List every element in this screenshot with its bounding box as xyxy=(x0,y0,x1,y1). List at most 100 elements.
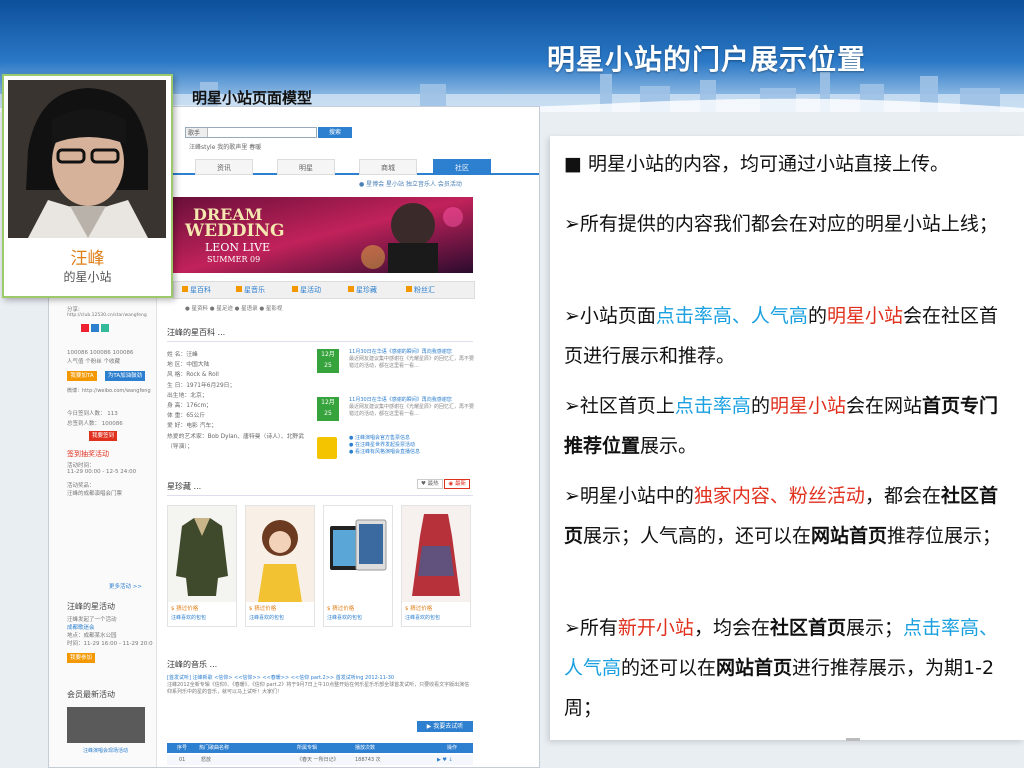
highlight-red: 独家内容、粉丝活动 xyxy=(693,485,865,507)
today-signins: 今日签到人数： 113 xyxy=(67,411,118,417)
nav-tab-mall[interactable]: 商城 xyxy=(359,159,417,175)
card-title[interactable]: 汪峰喜欢的包包 xyxy=(405,614,440,621)
paragraph-homepage-promo: ➢社区首页上点击率高的明星小站会在网站首页专门推荐位置展示。 xyxy=(564,386,1004,466)
text-segment: ➢所有 xyxy=(564,617,618,639)
tab-label: 星音乐 xyxy=(244,286,265,294)
sort-hot-button[interactable]: ♥ 最热 xyxy=(417,479,443,489)
dress-image xyxy=(402,506,470,602)
tab-label: 星珍藏 xyxy=(356,286,377,294)
text-segment: ，都会在 xyxy=(864,485,941,507)
song-plays: 188743 次 xyxy=(355,757,381,763)
star-photo-card: 汪峰 的星小站 xyxy=(2,74,173,298)
share-weibo-icon[interactable] xyxy=(81,324,89,332)
music-headline[interactable]: [首发试听] 汪峰新歌 <信仰> <<信仰>> <<春暖>> <<信仰 part… xyxy=(167,675,473,682)
song-table-row[interactable]: 01 怒放 《春天 一所日记》 188743 次 ▶ ♥ ↓ xyxy=(167,755,473,765)
tab-star-encyclopedia[interactable]: 星百科 xyxy=(182,285,211,295)
paragraph-online: ➢所有提供的内容我们都会在对应的明星小站上线； xyxy=(564,213,998,235)
star-name: 汪峰 xyxy=(70,249,105,269)
stats-values: 100086 100086 100086 xyxy=(67,350,134,356)
tab-star-activity[interactable]: 星活动 xyxy=(292,285,321,295)
share-qq-icon[interactable] xyxy=(101,324,109,332)
follow-button[interactable]: 我要加TA xyxy=(67,371,97,381)
news-title[interactable]: 11月30日在华语《感谢的瞬间》再向我感谢您 xyxy=(349,349,475,356)
profile-subtabs[interactable]: ● 星资料 ● 星足迹 ● 星语录 ● 星影视 xyxy=(185,304,282,312)
search-category-select[interactable]: 歌手 xyxy=(186,128,208,137)
tab-label: 星活动 xyxy=(300,286,321,294)
card-title[interactable]: 汪峰喜欢的包包 xyxy=(249,614,284,621)
tab-star-music[interactable]: 星音乐 xyxy=(236,285,265,295)
tab-fan-club[interactable]: 粉丝汇 xyxy=(406,285,435,295)
song-action-icons[interactable]: ▶ ♥ ↓ xyxy=(437,755,453,765)
nav-tab-news[interactable]: 资讯 xyxy=(195,159,253,175)
text-segment: ➢明星小站中的 xyxy=(564,485,694,507)
collection-sort: ♥ 最热 ◉ 最新 xyxy=(417,479,470,489)
hot-search-links[interactable]: 汪峰style 我的歌声里 春暖 xyxy=(189,142,261,151)
sort-new-button[interactable]: ◉ 最新 xyxy=(444,479,470,489)
news-title[interactable]: 11月30日在华语《感谢的瞬间》再向我感谢您 xyxy=(349,397,475,404)
tab-dot-icon xyxy=(406,286,412,292)
paragraph-new-stations: ➢所有新开小站，均会在社区首页展示；点击率高、人气高的还可以在网站首页进行推荐展… xyxy=(564,608,1004,728)
search-input[interactable]: 歌手 xyxy=(185,127,317,138)
song-name[interactable]: 怒放 xyxy=(201,755,211,765)
notepad-icon xyxy=(317,437,337,459)
nav-tab-community[interactable]: 社区 xyxy=(433,159,491,175)
profile-weight: 体 重：65公斤 xyxy=(167,413,206,420)
member-activity-title: 会员最新活动 xyxy=(67,690,115,699)
tab-star-collection[interactable]: 星珍藏 xyxy=(348,285,377,295)
profile-style: 风 格：Rock & Roll xyxy=(167,372,219,379)
weibo-link[interactable]: 微博：http://weibo.com/wangfeng xyxy=(67,387,151,394)
song-album[interactable]: 《春天 一所日记》 xyxy=(297,755,339,765)
notice-link[interactable]: ● 看汪峰有风格演唱会直播信息 xyxy=(349,449,420,456)
encyclopedia-title: 汪峰的星百科 ... xyxy=(167,328,226,337)
cheer-button[interactable]: 为TA加油鼓劲 xyxy=(105,371,145,381)
activity-line-2[interactable]: 成都歌迷会 xyxy=(67,623,95,631)
text-segment: 的还可以在 xyxy=(621,657,717,679)
news-item[interactable]: 11月30日在华语《感谢的瞬间》再向我感谢您 最近网友建议集中感谢在《光耀星辰》… xyxy=(349,397,475,417)
activity-line-1: 汪峰发起了一个活动 xyxy=(67,617,117,623)
search-button[interactable]: 搜索 xyxy=(318,127,352,138)
community-subnav[interactable]: ● 星博会 星小站 独立音乐人 会员活动 xyxy=(359,179,462,188)
notice-link[interactable]: ● 在汪峰星世界发起投票活动 xyxy=(349,442,420,449)
tab-dot-icon xyxy=(182,286,188,292)
nav-tab-star[interactable]: 明星 xyxy=(277,159,335,175)
total-signins: 总签到人数： 100086 xyxy=(67,421,123,427)
slide-title: 明星小站的门户展示位置 xyxy=(547,43,867,76)
music-section-title: 汪峰的音乐 ... xyxy=(167,660,218,669)
star-station-label: 的星小站 xyxy=(63,270,112,284)
page-indicator xyxy=(846,738,860,741)
col-plays: 播放次数 xyxy=(355,745,376,751)
profile-region: 地 区：中国大陆 xyxy=(167,362,210,369)
signin-button[interactable]: 我要签到 xyxy=(89,431,117,441)
collection-card[interactable]: $ 猜过价格 汪峰喜欢的包包 xyxy=(245,505,315,627)
more-activities-link[interactable]: 更多活动 >> xyxy=(109,582,142,590)
collection-card[interactable]: $ 猜过价格 汪峰喜欢的包包 xyxy=(323,505,393,627)
activity-line-4: 时间：11-29 16:00 - 11-29 20:0 xyxy=(67,641,153,647)
col-song: 热门歌曲名称 xyxy=(199,745,230,751)
card-price: $ 猜过价格 xyxy=(171,606,199,612)
highlight-bold: 网站首页 xyxy=(716,657,793,679)
star-tabs: 星百科 星音乐 星活动 星珍藏 粉丝汇 xyxy=(173,281,475,299)
song-index: 01 xyxy=(179,757,186,763)
text-segment: ，均会在 xyxy=(693,617,770,639)
girl-photo-image xyxy=(246,506,314,602)
slide-subtitle: 明星小站页面模型 xyxy=(192,89,313,107)
tab-label: 粉丝汇 xyxy=(414,286,435,294)
collection-card[interactable]: $ 猜过价格 汪峰喜欢的包包 xyxy=(401,505,471,627)
card-title[interactable]: 汪峰喜欢的包包 xyxy=(171,614,206,621)
collection-card[interactable]: $ 猜过价格 汪峰喜欢的包包 xyxy=(167,505,237,627)
profile-height: 身 高：176cm； xyxy=(167,403,212,410)
paragraph-upload: ■ 明星小站的内容，均可通过小站直接上传。 xyxy=(564,153,949,175)
activity-line-3: 地点：成都某水公园 xyxy=(67,633,117,639)
date-day: 25 xyxy=(324,410,332,417)
lottery-title[interactable]: 签到抽奖活动 xyxy=(67,449,109,459)
share-renren-icon[interactable] xyxy=(91,324,99,332)
notice-link[interactable]: ● 汪峰演唱会官方售票信息 xyxy=(349,435,420,442)
listen-trial-button[interactable]: ▶ 我要去试听 xyxy=(417,721,473,732)
member-activity-thumbnail[interactable] xyxy=(67,707,145,743)
member-activity-caption[interactable]: 汪峰演唱会现场活动 xyxy=(83,747,128,754)
card-title[interactable]: 汪峰喜欢的包包 xyxy=(327,614,362,621)
news-item[interactable]: 11月30日在华语《感谢的瞬间》再向我感谢您 最近网友建议集中感谢在《光耀星辰》… xyxy=(349,349,475,369)
highlight-blue: 点击率高、人气高 xyxy=(655,305,808,327)
station-url[interactable]: http://club.12530.cn/star/wangfeng xyxy=(67,313,147,318)
join-activity-button[interactable]: 我要参加 xyxy=(67,653,95,663)
